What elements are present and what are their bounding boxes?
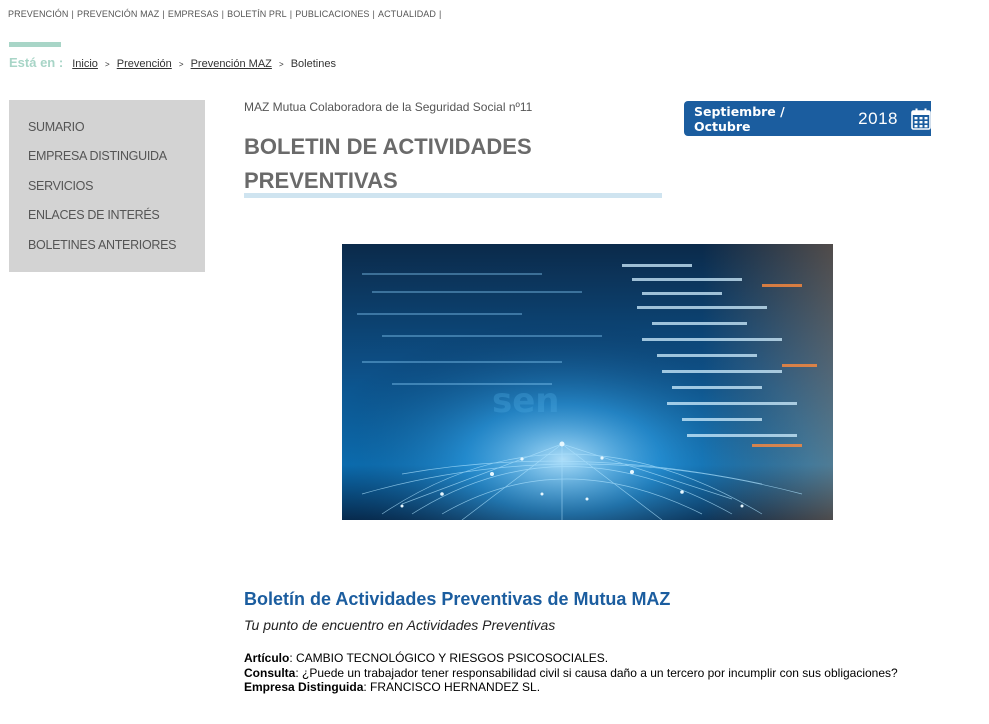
svg-text:sen: sen — [492, 381, 560, 421]
contents-item-empresa: Empresa Distinguida: FRANCISCO HERNANDEZ… — [244, 680, 898, 695]
item-text: : ¿Puede un trabajador tener responsabil… — [295, 665, 898, 680]
nav-separator: | — [221, 9, 225, 19]
nav-separator: | — [372, 9, 375, 19]
hero-image: sen — [342, 244, 833, 520]
chevron-right-icon: > — [278, 60, 284, 69]
sidebar-item-boletines-anteriores[interactable]: BOLETINES ANTERIORES — [28, 231, 205, 260]
nav-link-empresas[interactable]: EMPRESAS — [168, 9, 219, 19]
nav-link-actualidad[interactable]: ACTUALIDAD — [378, 9, 436, 19]
breadcrumb-link-inicio[interactable]: Inicio — [72, 58, 98, 70]
sidebar-item-servicios[interactable]: SERVICIOS — [28, 172, 205, 201]
item-label: Consulta — [244, 665, 296, 680]
nav-link-prevencion[interactable]: PREVENCIÓN — [8, 9, 69, 19]
item-label: Empresa Distinguida — [244, 680, 364, 694]
breadcrumb: Está en : Inicio > Prevención > Prevenci… — [9, 55, 336, 70]
sidebar-item-empresa-distinguida[interactable]: EMPRESA DISTINGUIDA — [28, 142, 205, 171]
sidebar-item-enlaces[interactable]: ENLACES DE INTERÉS — [28, 201, 205, 230]
issue-year: 2018 — [858, 108, 898, 128]
top-navigation: PREVENCIÓN | PREVENCIÓN MAZ | EMPRESAS | BOLET… — [8, 9, 444, 19]
sidebar-item-sumario[interactable]: SUMARIO — [28, 113, 205, 142]
page-title-line1: BOLETIN DE ACTIVIDADES — [244, 134, 532, 159]
item-text: : CAMBIO TECNOLÓGICO Y RIESGOS PSICOSOCI… — [289, 651, 609, 665]
item-label: Artículo — [244, 651, 290, 665]
calendar-icon — [911, 108, 931, 130]
page-title: BOLETIN DE ACTIVIDADES PREVENTIVAS — [244, 130, 662, 198]
nav-link-boletin-prl[interactable]: BOLETÍN PRL — [227, 9, 287, 19]
sidebar-menu: SUMARIO EMPRESA DISTINGUIDA SERVICIOS EN… — [9, 100, 205, 272]
breadcrumb-current: Boletines — [290, 58, 336, 70]
item-text: : FRANCISCO HERNANDEZ SL. — [363, 680, 541, 694]
nav-separator: | — [289, 9, 293, 19]
breadcrumb-link-prevencion-maz[interactable]: Prevención MAZ — [191, 58, 272, 70]
section-subheading: Tu punto de encuentro en Actividades Pre… — [244, 617, 556, 633]
nav-separator: | — [162, 9, 165, 19]
nav-link-prevencion-maz[interactable]: PREVENCIÓN MAZ — [77, 9, 159, 19]
chevron-right-icon: > — [105, 60, 110, 69]
nav-link-publicaciones[interactable]: PUBLICACIONES — [295, 9, 369, 19]
contents-item-articulo: Artículo: CAMBIO TECNOLÓGICO Y RIESGOS P… — [244, 651, 898, 666]
issue-date-badge: Septiembre / Octubre 2018 — [684, 101, 931, 136]
issue-kicker: MAZ Mutua Colaboradora de la Seguridad S… — [244, 100, 533, 114]
nav-separator: | — [439, 9, 442, 19]
section-heading: Boletín de Actividades Preventivas de Mu… — [244, 589, 671, 609]
chevron-right-icon: > — [178, 60, 184, 69]
breadcrumb-link-prevencion[interactable]: Prevención — [117, 58, 172, 70]
nav-separator: | — [71, 9, 74, 19]
accent-bar — [9, 42, 61, 47]
title-underline — [244, 193, 662, 198]
bulletin-contents: Artículo: CAMBIO TECNOLÓGICO Y RIESGOS P… — [244, 651, 898, 695]
contents-item-consulta: Consulta: ¿Puede un trabajador tener res… — [244, 666, 898, 681]
breadcrumb-label: Está en : — [9, 55, 64, 70]
issue-months: Septiembre / Octubre — [694, 103, 785, 134]
